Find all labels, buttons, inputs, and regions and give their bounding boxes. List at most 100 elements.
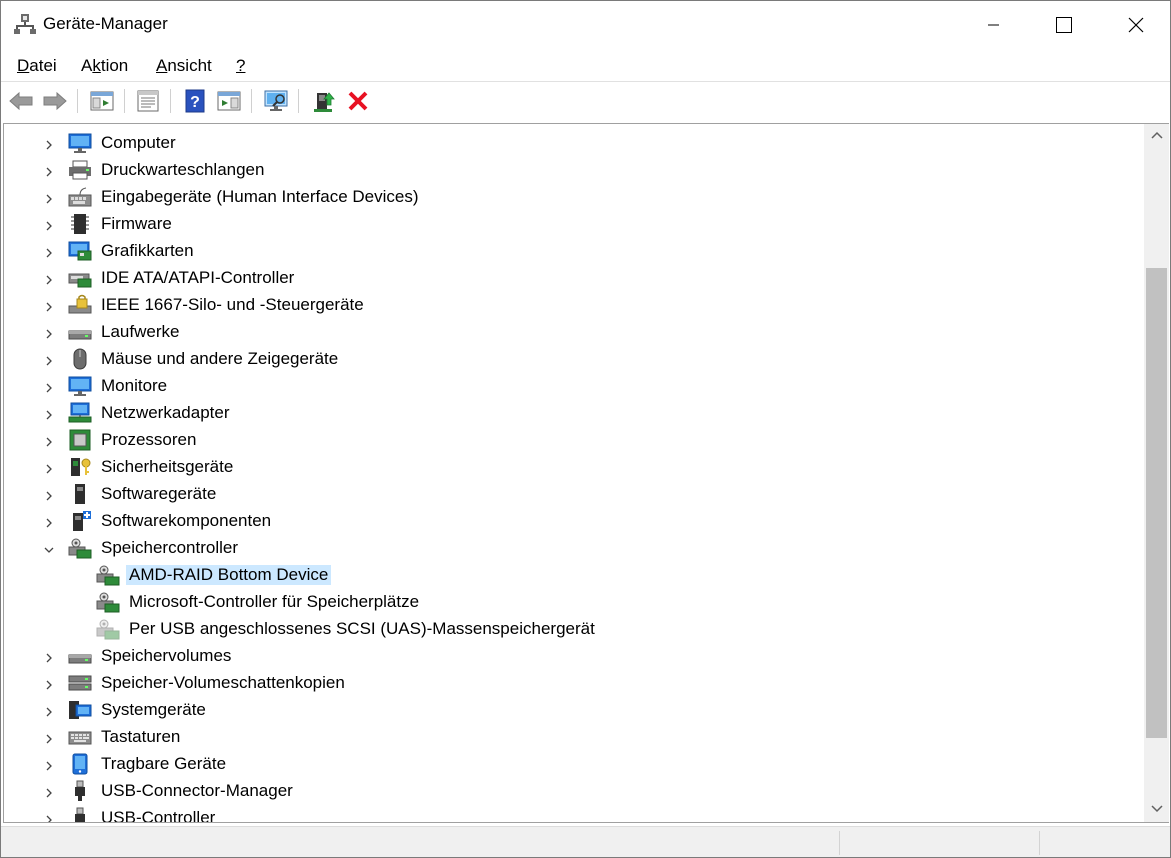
chevron-right-icon[interactable] <box>43 514 55 528</box>
tree-item-label: Microsoft-Controller für Speicherplätze <box>129 592 420 611</box>
red-x-icon <box>348 91 368 111</box>
chevron-right-icon[interactable] <box>43 136 55 150</box>
tree-category[interactable]: Firmware <box>4 210 1144 237</box>
tree-category[interactable]: Tragbare Geräte <box>4 750 1144 777</box>
tree-item-label: Sicherheitsgeräte <box>101 457 234 476</box>
scan-hardware-button[interactable] <box>262 87 290 115</box>
tree-category[interactable]: Softwaregeräte <box>4 480 1144 507</box>
disk-drive-icon <box>68 321 92 343</box>
chevron-right-icon[interactable] <box>43 217 55 231</box>
tree-item-label: Eingabegeräte (Human Interface Devices) <box>101 187 419 206</box>
hid-icon <box>68 186 92 208</box>
minimize-button[interactable] <box>971 1 1017 48</box>
chevron-right-icon[interactable] <box>43 433 55 447</box>
chevron-down-icon[interactable] <box>43 541 55 553</box>
vertical-scrollbar[interactable] <box>1144 124 1169 822</box>
chevron-right-icon[interactable] <box>43 757 55 771</box>
chevron-right-icon[interactable] <box>43 271 55 285</box>
tree-category[interactable]: Eingabegeräte (Human Interface Devices) <box>4 183 1144 210</box>
chevron-right-icon[interactable] <box>43 190 55 204</box>
update-driver-button[interactable] <box>309 87 337 115</box>
chevron-right-icon[interactable] <box>43 649 55 663</box>
portable-device-icon <box>68 753 92 775</box>
chevron-right-icon[interactable] <box>43 406 55 420</box>
chevron-right-icon[interactable] <box>43 244 55 258</box>
tree-category[interactable]: Speichervolumes <box>4 642 1144 669</box>
chevron-right-icon[interactable] <box>43 811 55 822</box>
tree-device[interactable]: Microsoft-Controller für Speicherplätze <box>4 588 1144 615</box>
tree-category[interactable]: Prozessoren <box>4 426 1144 453</box>
tree-device[interactable]: Per USB angeschlossenes SCSI (UAS)-Masse… <box>4 615 1144 642</box>
device-manager-icon <box>14 13 36 35</box>
maximize-button[interactable] <box>1041 1 1087 48</box>
chevron-right-icon[interactable] <box>43 379 55 393</box>
chevron-right-icon[interactable] <box>43 163 55 177</box>
tree-category[interactable]: Systemgeräte <box>4 696 1144 723</box>
chevron-right-icon[interactable] <box>43 352 55 366</box>
chevron-right-icon[interactable] <box>43 460 55 474</box>
network-adapter-icon <box>68 402 92 424</box>
tree-category[interactable]: Computer <box>4 129 1144 156</box>
forward-button[interactable] <box>41 87 69 115</box>
menu-bar: Datei Aktion Ansicht? <box>1 51 1170 81</box>
show-hide-console-tree-button[interactable] <box>88 87 116 115</box>
help-icon: ? <box>185 89 205 113</box>
tree-category[interactable]: Sicherheitsgeräte <box>4 453 1144 480</box>
tree-category[interactable]: Netzwerkadapter <box>4 399 1144 426</box>
chevron-right-icon[interactable] <box>43 325 55 339</box>
chevron-right-icon[interactable] <box>43 703 55 717</box>
toolbar-separator <box>124 89 125 113</box>
tree-item-label: Tastaturen <box>101 727 181 746</box>
device-manager-window: Geräte-Manager Datei Aktion Ansicht? ? C… <box>0 0 1171 858</box>
uninstall-device-button[interactable] <box>344 87 372 115</box>
tree-category[interactable]: USB-Controller <box>4 804 1144 823</box>
scroll-down-button[interactable] <box>1144 798 1169 820</box>
menu-item-ansicht[interactable]: Ansicht <box>156 56 212 76</box>
tree-item-label: USB-Controller <box>101 808 216 823</box>
back-button[interactable] <box>7 87 35 115</box>
tree-category[interactable]: IEEE 1667-Silo- und -Steuergeräte <box>4 291 1144 318</box>
printer-icon <box>68 159 92 181</box>
tree-category[interactable]: Softwarekomponenten <box>4 507 1144 534</box>
chevron-down-icon <box>1150 805 1163 813</box>
ide-controller-icon <box>68 267 92 289</box>
title-bar[interactable]: Geräte-Manager <box>1 1 1170 48</box>
status-divider <box>1039 831 1040 855</box>
window-title: Geräte-Manager <box>43 14 168 33</box>
chevron-right-icon[interactable] <box>43 730 55 744</box>
tree-item-label: AMD-RAID Bottom Device <box>126 565 332 585</box>
device-tree-view[interactable]: Computer Druckwarteschlangen Eingabegeräte… <box>3 123 1169 823</box>
tree-category[interactable]: Speicher-Volumeschattenkopien <box>4 669 1144 696</box>
scroll-thumb[interactable] <box>1146 268 1167 738</box>
properties-button[interactable] <box>134 87 162 115</box>
tree-category[interactable]: IDE ATA/ATAPI-Controller <box>4 264 1144 291</box>
menu-item-aktion[interactable]: Aktion <box>81 56 128 76</box>
chevron-up-icon <box>1150 131 1163 139</box>
storage-controller-icon <box>68 537 92 559</box>
tree-device[interactable]: AMD-RAID Bottom Device <box>4 561 1144 588</box>
tree-category[interactable]: Laufwerke <box>4 318 1144 345</box>
menu-item-help[interactable]: ? <box>236 56 245 76</box>
action-pane-button[interactable] <box>215 87 243 115</box>
chevron-right-icon[interactable] <box>43 784 55 798</box>
arrow-left-icon <box>9 91 33 111</box>
tree-category[interactable]: Druckwarteschlangen <box>4 156 1144 183</box>
usb-icon <box>68 807 92 822</box>
scroll-up-button[interactable] <box>1144 124 1169 146</box>
tree-category[interactable]: USB-Connector-Manager <box>4 777 1144 804</box>
update-driver-icon <box>314 92 335 112</box>
tree-category[interactable]: Grafikkarten <box>4 237 1144 264</box>
tree-item-label: Netzwerkadapter <box>101 403 230 422</box>
chevron-right-icon[interactable] <box>43 676 55 690</box>
chevron-right-icon[interactable] <box>43 487 55 501</box>
chevron-right-icon[interactable] <box>43 298 55 312</box>
tree-category[interactable]: Monitore <box>4 372 1144 399</box>
tree-category[interactable]: Tastaturen <box>4 723 1144 750</box>
menu-item-datei[interactable]: Datei <box>17 56 57 76</box>
tree-category[interactable]: Mäuse und andere Zeigegeräte <box>4 345 1144 372</box>
tree-category[interactable]: Speichercontroller <box>4 534 1144 561</box>
toolbar-separator <box>170 89 171 113</box>
close-button[interactable] <box>1113 1 1159 48</box>
storage-controller-faded-icon <box>96 618 120 640</box>
help-button[interactable]: ? <box>181 87 209 115</box>
